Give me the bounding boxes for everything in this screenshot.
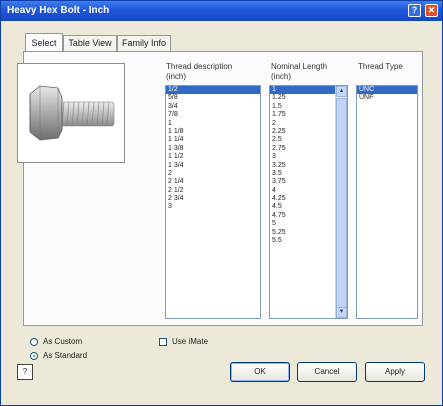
scroll-thumb[interactable] <box>336 98 347 310</box>
thread-description-item[interactable]: 5/8 <box>166 94 260 102</box>
thread-description-item[interactable]: 1 1/2 <box>166 153 260 161</box>
thread-description-item[interactable]: 2 <box>166 170 260 178</box>
thread-description-item[interactable]: 7/8 <box>166 111 260 119</box>
cancel-button[interactable]: Cancel <box>297 362 357 382</box>
use-imate-option[interactable]: Use iMate <box>159 337 208 347</box>
thread-description-item[interactable]: 2 3/4 <box>166 195 260 203</box>
as-standard-option[interactable]: As Standard <box>30 351 87 361</box>
as-custom-label: As Custom <box>43 337 83 346</box>
thread-description-list[interactable]: 1/2 5/8 3/4 7/8 1 1 1/8 1 1/4 1 3/8 1 1/2 1 3/4 2 2… <box>165 85 261 319</box>
thread-description-item[interactable]: 1 1/4 <box>166 136 260 144</box>
as-standard-radio[interactable] <box>30 352 38 360</box>
title-bar[interactable]: Heavy Hex Bolt - Inch ? ✕ <box>1 1 442 21</box>
scroll-down-icon[interactable]: ▼ <box>336 307 347 318</box>
thread-description-item[interactable]: 2 1/4 <box>166 178 260 186</box>
thread-description-header-line2: (inch) <box>166 72 187 81</box>
ok-button[interactable]: OK <box>230 362 290 382</box>
use-imate-label: Use iMate <box>172 337 209 346</box>
thread-description-item[interactable]: 1/2 <box>166 86 260 95</box>
thread-type-item[interactable]: UNF <box>357 94 417 102</box>
thread-description-item[interactable]: 1 3/4 <box>166 162 260 170</box>
dialog-window: Heavy Hex Bolt - Inch ? ✕ Select Table V… <box>0 0 443 406</box>
thread-description-item[interactable]: 3 <box>166 203 260 211</box>
thread-description-item[interactable]: 2 1/2 <box>166 187 260 195</box>
thread-description-item[interactable]: 1 1/8 <box>166 128 260 136</box>
thread-description-item[interactable]: 1 <box>166 120 260 128</box>
thread-description-item[interactable]: 1 3/8 <box>166 145 260 153</box>
help-button[interactable]: ? <box>17 364 33 380</box>
nominal-length-header-line1: Nominal Length <box>271 62 328 71</box>
close-icon[interactable]: ✕ <box>425 4 438 17</box>
nominal-length-header: Nominal Length (inch) <box>271 62 327 82</box>
nominal-length-scrollbar[interactable]: ▲ ▼ <box>335 86 347 318</box>
hex-bolt-image <box>29 85 115 141</box>
nominal-length-list[interactable]: 1 1.25 1.5 1.75 2 2.25 2.5 2.75 3 3.25 3.5 3.75 4 4.2… <box>269 85 348 319</box>
tab-select[interactable]: Select <box>25 33 63 51</box>
thread-type-header: Thread Type <box>358 62 403 72</box>
thread-description-item[interactable]: 3/4 <box>166 103 260 111</box>
as-standard-label: As Standard <box>43 351 88 360</box>
thread-type-header-line1: Thread Type <box>358 62 403 71</box>
scroll-up-icon[interactable]: ▲ <box>336 86 347 97</box>
help-title-icon[interactable]: ? <box>408 4 421 17</box>
window-title: Heavy Hex Bolt - Inch <box>7 5 110 16</box>
thread-description-header: Thread description (inch) <box>166 62 232 82</box>
bolt-preview <box>17 63 125 163</box>
tab-family-info[interactable]: Family Info <box>117 35 171 51</box>
thread-type-list[interactable]: UNC UNF <box>356 85 418 319</box>
as-custom-option[interactable]: As Custom <box>30 337 82 347</box>
use-imate-checkbox[interactable] <box>159 338 167 346</box>
apply-button[interactable]: Apply <box>365 362 425 382</box>
thread-description-header-line1: Thread description <box>166 62 233 71</box>
thread-type-item[interactable]: UNC <box>357 86 417 95</box>
tab-table-view[interactable]: Table View <box>63 35 117 51</box>
nominal-length-header-line2: (inch) <box>271 72 292 81</box>
as-custom-radio[interactable] <box>30 338 38 346</box>
